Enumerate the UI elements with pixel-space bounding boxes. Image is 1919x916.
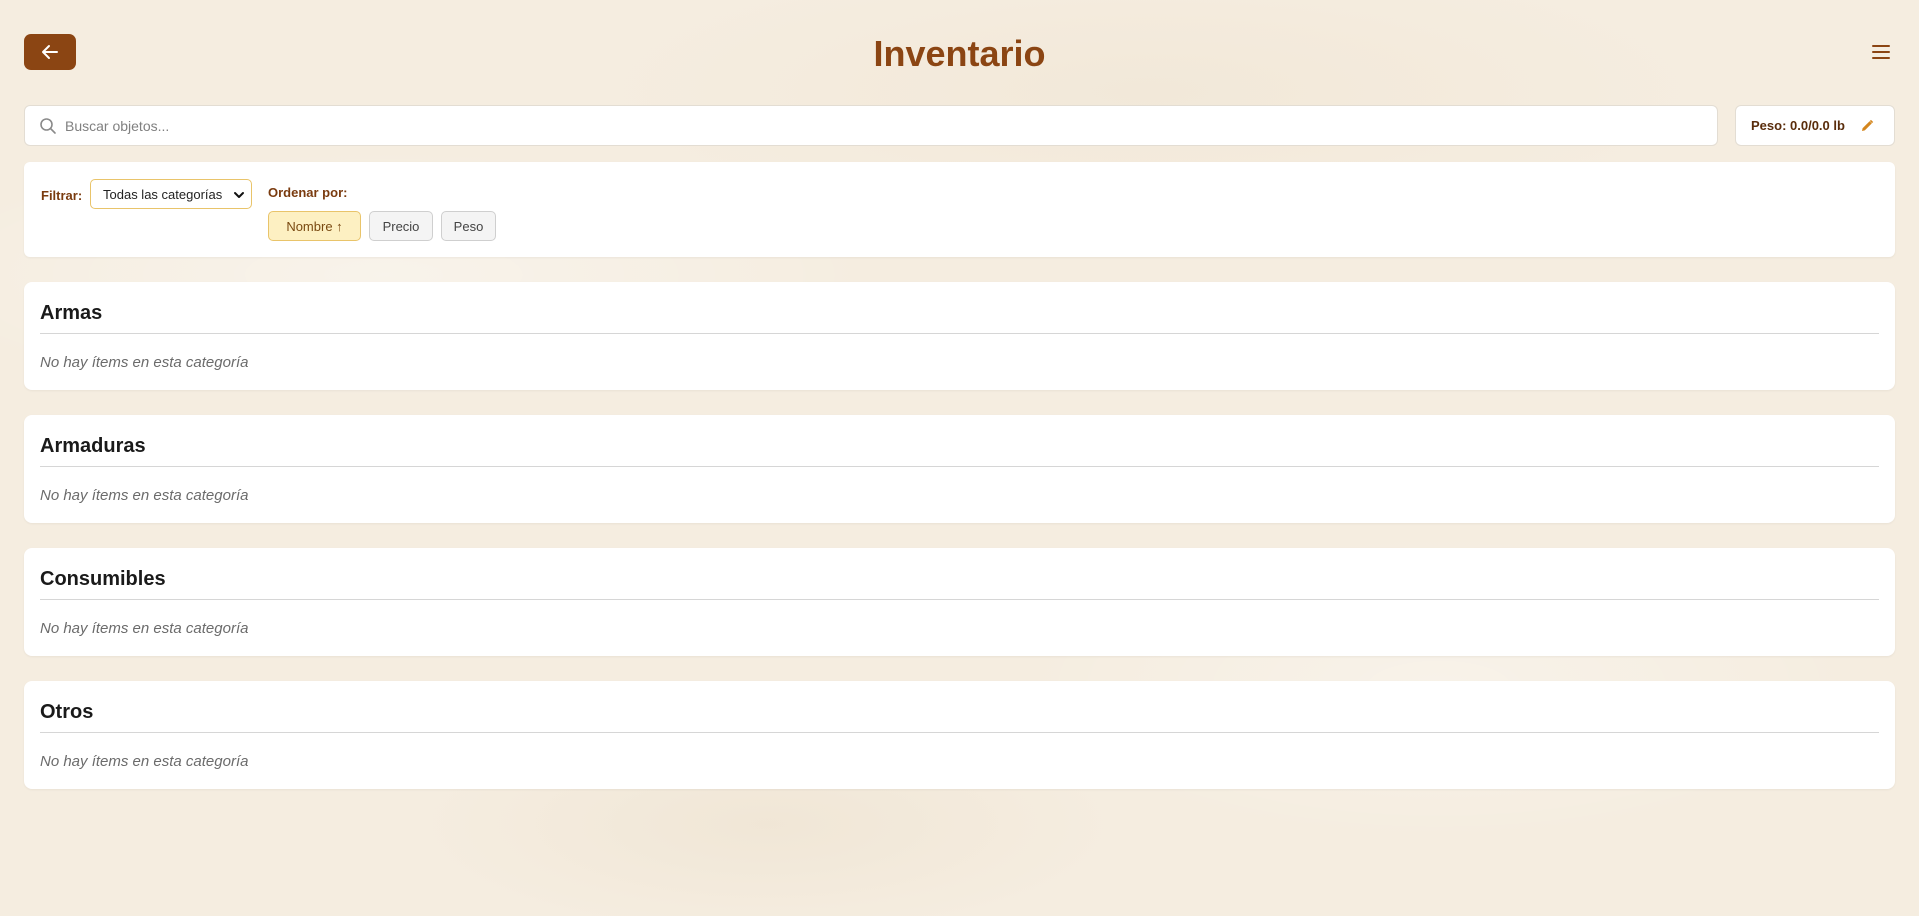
category-title: Armas (40, 302, 103, 324)
category-armaduras: Armaduras No hay ítems en esta categoría (24, 415, 1895, 523)
menu-button[interactable] (1867, 38, 1895, 66)
search-bar (24, 105, 1718, 146)
search-icon (40, 118, 56, 134)
divider (40, 599, 1879, 600)
empty-message: No hay ítems en esta categoría (40, 620, 249, 637)
sort-name-button[interactable]: Nombre ↑ (268, 211, 361, 241)
category-otros: Otros No hay ítems en esta categoría (24, 681, 1895, 789)
empty-message: No hay ítems en esta categoría (40, 753, 249, 770)
chevron-down-icon (234, 192, 244, 198)
category-armas: Armas No hay ítems en esta categoría (24, 282, 1895, 390)
search-input[interactable] (65, 106, 1709, 145)
weight-label: Peso: 0.0/0.0 lb (1751, 118, 1845, 133)
filter-panel: Filtrar: Todas las categorías Ordenar po… (24, 162, 1895, 257)
pencil-icon[interactable] (1860, 119, 1874, 133)
sort-price-label: Precio (382, 218, 420, 234)
empty-message: No hay ítems en esta categoría (40, 487, 249, 504)
sort-weight-label: Peso (453, 218, 484, 234)
order-label: Ordenar por: (268, 185, 348, 200)
divider (40, 466, 1879, 467)
sort-price-button[interactable]: Precio (369, 211, 433, 241)
sort-weight-button[interactable]: Peso (441, 211, 496, 241)
filter-label: Filtrar: (41, 188, 83, 203)
category-title: Consumibles (40, 568, 166, 590)
category-consumibles: Consumibles No hay ítems en esta categor… (24, 548, 1895, 656)
page-header: Inventario (24, 33, 1895, 74)
sort-name-label: Nombre ↑ (286, 218, 343, 234)
category-title: Armaduras (40, 435, 146, 457)
category-select-value: Todas las categorías (103, 186, 223, 202)
category-select[interactable]: Todas las categorías (90, 179, 252, 209)
hamburger-menu-icon (1872, 45, 1890, 59)
empty-message: No hay ítems en esta categoría (40, 354, 249, 371)
category-title: Otros (40, 701, 94, 723)
arrow-left-icon (42, 45, 58, 59)
divider (40, 732, 1879, 733)
divider (40, 333, 1879, 334)
back-button[interactable] (24, 34, 76, 70)
page-title: Inventario (873, 33, 1046, 74)
weight-indicator: Peso: 0.0/0.0 lb (1735, 105, 1895, 146)
